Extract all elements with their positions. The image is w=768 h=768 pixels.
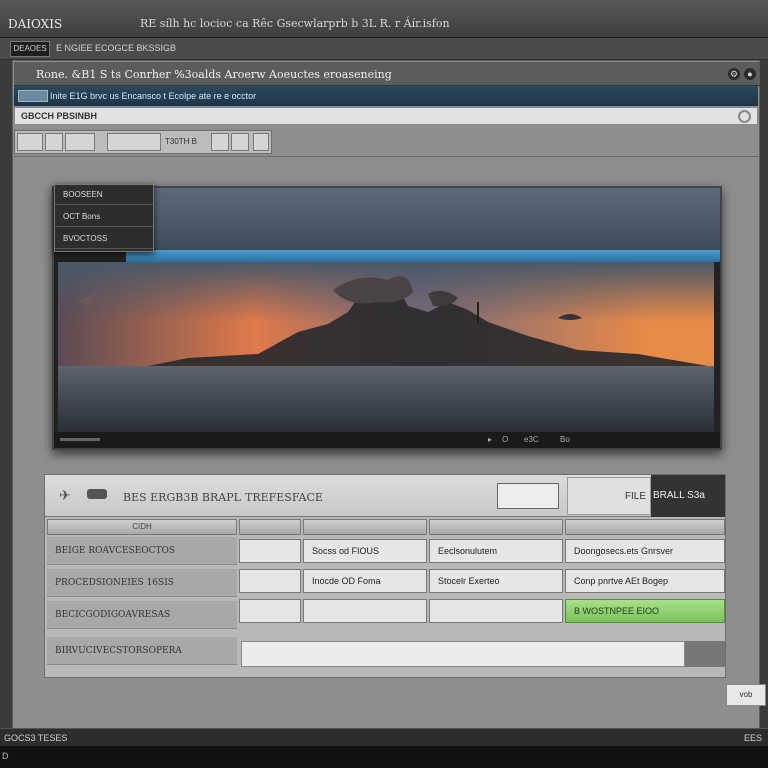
taskbar-text: D [2, 751, 9, 761]
title-bar: DAIOXIS RE sílh hc locioc ca Rêc Gsecwla… [0, 0, 768, 38]
toolbar-image-button[interactable] [17, 133, 43, 151]
status-text: GOCS3 TESES [4, 733, 68, 743]
address-bar[interactable]: Rone. &B1 S ts Conrher %3oalds Aroerw Ao… [14, 62, 760, 86]
info-chip-icon [18, 90, 48, 102]
info-bar: Inite E1G brvc us Encansco t Ecolpe ate … [14, 86, 758, 106]
viewer-accent-bar [126, 250, 720, 262]
lower-title: BES ERGB3B BRAPL [123, 491, 241, 504]
status-right-text: EES [743, 733, 762, 743]
search-label: GBCCH PBSINBH [21, 111, 98, 121]
toolbar-view-button[interactable] [107, 133, 161, 151]
input-bar[interactable] [241, 641, 685, 667]
water [58, 366, 714, 432]
control-label-b[interactable]: e3C [524, 435, 539, 444]
dropdown-menu: BOOSEEN OCT Bons BVOCTOSS [54, 184, 154, 252]
dropdown-item[interactable]: OCT Bons [55, 207, 153, 227]
lower-subtitle: TREFESFACE [245, 491, 323, 504]
control-label-c[interactable]: Bo [560, 435, 570, 444]
search-icon[interactable] [738, 110, 751, 123]
table-cell[interactable] [239, 539, 301, 563]
file-card[interactable]: FILE [567, 477, 651, 515]
tag-icon [87, 489, 107, 499]
column-header[interactable] [429, 519, 563, 535]
options-icon[interactable]: ⚙ [728, 68, 740, 80]
column-header[interactable] [303, 519, 427, 535]
wing-icon: ✈ [59, 487, 71, 503]
close-icon[interactable]: ● [744, 68, 756, 80]
table-cell[interactable]: Stocelr Exerteo [429, 569, 563, 593]
row-label: BEIGE ROAVCESEOCTOS [47, 537, 237, 565]
window-title: RE sílh hc locioc ca Rêc Gsecwlarprb b 3… [140, 17, 450, 30]
toolbar-grid-button[interactable] [65, 133, 95, 151]
column-header[interactable] [239, 519, 301, 535]
camera-icon[interactable] [497, 483, 559, 509]
row-label: BECICGODIGOAVRESAS [47, 601, 237, 629]
lower-panel: ✈ BES ERGB3B BRAPL TREFESFACE FILE BRALL… [44, 474, 726, 678]
table-cell[interactable]: Inocde OD Foma [303, 569, 427, 593]
toolbar-menu-button[interactable] [253, 133, 269, 151]
status-bar: GOCS3 TESES EES [0, 728, 768, 746]
taskbar: D [0, 746, 768, 768]
row-label: BIRVUCIVECSTORSOPERA [47, 637, 237, 665]
divider [14, 156, 758, 157]
input-bar-button[interactable] [685, 641, 725, 667]
lower-header: ✈ BES ERGB3B BRAPL TREFESFACE FILE BRALL… [45, 475, 725, 517]
toolbar-frame-button[interactable] [211, 133, 229, 151]
table-cell[interactable]: Doongosecs.ets Gnrsver [565, 539, 725, 563]
address-text: Rone. &B1 S ts Conrher %3oalds Aroerw Ao… [36, 68, 392, 81]
table-cell[interactable] [239, 599, 301, 623]
corner-button[interactable]: vob [726, 684, 766, 706]
progress-bar[interactable] [60, 438, 100, 441]
landscape-image [58, 262, 714, 432]
row-label: PROCEDSIONEIES 16SIS [47, 569, 237, 597]
search-bar[interactable]: GBCCH PBSINBH [14, 107, 758, 125]
column-header[interactable]: CIDH [47, 519, 237, 535]
control-label-a[interactable]: O [502, 435, 508, 444]
play-icon[interactable]: ▸ [488, 435, 492, 444]
toolbar-label: T30TH B [165, 137, 198, 146]
toolbar: T30TH B [14, 130, 272, 154]
toolbar-layers-button[interactable] [231, 133, 249, 151]
menu-item-group[interactable]: E NGIEE ECOGCE BKSSIGB [56, 43, 176, 53]
app-title: DAIOXIS [8, 17, 63, 31]
table-cell[interactable] [429, 599, 563, 623]
column-header[interactable] [565, 519, 725, 535]
info-text: Inite E1G brvc us Encansco t Ecolpe ate … [50, 91, 257, 101]
table-cell[interactable] [239, 569, 301, 593]
toolbar-list-button[interactable] [45, 133, 63, 151]
selected-cell[interactable]: B WOSTNPEE EIOO [565, 599, 725, 623]
dropdown-item[interactable]: BVOCTOSS [55, 229, 153, 249]
table-cell[interactable]: Eeclsonulutem [429, 539, 563, 563]
table-cell[interactable]: Socss od FIOUS [303, 539, 427, 563]
menu-item-active[interactable]: DEAOES [10, 41, 50, 57]
table-cell[interactable]: Conp pnrtve AEt Bogep [565, 569, 725, 593]
header-dark-label: BRALL S3a [651, 475, 725, 517]
dropdown-item[interactable]: BOOSEEN [55, 185, 153, 205]
table-cell[interactable] [303, 599, 427, 623]
viewer-controls: ▸ O e3C Bo [54, 432, 720, 448]
menu-bar: DEAOES E NGIEE ECOGCE BKSSIGB [0, 38, 768, 60]
selected-cell-text: B WOSTNPEE EIOO [574, 606, 660, 616]
